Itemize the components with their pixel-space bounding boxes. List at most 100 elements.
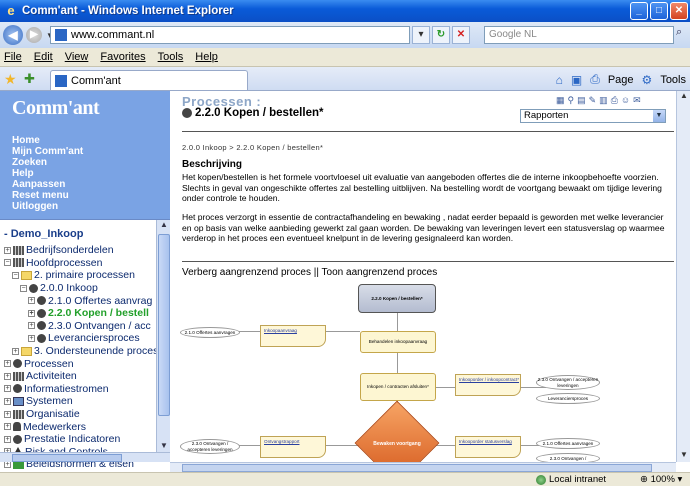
- page-menu[interactable]: Page: [608, 74, 634, 86]
- diagram-document[interactable]: Inkooporder statusverslag: [455, 436, 521, 458]
- address-bar[interactable]: www.commant.nl: [50, 26, 410, 44]
- address-dropdown-icon[interactable]: ▾: [412, 26, 430, 44]
- print-icon[interactable]: ⎙: [590, 72, 600, 87]
- diagram-input-process[interactable]: 2.3.0 Ontvangen / accepteren leveringen: [180, 439, 240, 454]
- tree-item[interactable]: + Medewerkers: [4, 420, 166, 433]
- scroll-down-icon[interactable]: ▼: [678, 450, 690, 462]
- diagram-output-process[interactable]: 2.1.0 Offertes aanvragen: [536, 438, 600, 449]
- diagram-decision-shape[interactable]: [354, 400, 440, 462]
- refresh-button[interactable]: ↻: [432, 26, 450, 44]
- back-button[interactable]: ◀: [3, 25, 23, 45]
- menu-tools[interactable]: Tools: [158, 51, 184, 63]
- user-icon[interactable]: ☺: [621, 95, 630, 106]
- nav-uitloggen[interactable]: Uitloggen: [12, 201, 158, 212]
- diagram-output-process[interactable]: 2.3.0 Ontvangen /: [536, 453, 600, 462]
- collapse-icon[interactable]: −: [12, 271, 19, 279]
- collapse-icon[interactable]: −: [20, 284, 27, 292]
- tree-item-selected[interactable]: +2.2.0 Kopen / bestell: [4, 307, 166, 320]
- expand-icon[interactable]: +: [4, 423, 11, 431]
- tree-scroll-thumb[interactable]: [158, 234, 170, 416]
- expand-icon[interactable]: +: [28, 297, 35, 305]
- print-icon[interactable]: ⎙: [611, 95, 618, 106]
- maximize-button[interactable]: □: [650, 2, 668, 20]
- search-icon[interactable]: ⌕: [676, 26, 690, 44]
- adjacent-process-toggle[interactable]: Verberg aangrenzend proces || Toon aangr…: [182, 267, 437, 278]
- tree-item[interactable]: + Processen: [4, 357, 166, 370]
- tree-hscroll-thumb[interactable]: [12, 454, 122, 462]
- menu-file[interactable]: File: [4, 51, 22, 63]
- tree-item[interactable]: + Organisatie: [4, 408, 166, 421]
- page-hscroll-thumb[interactable]: [182, 464, 652, 472]
- collapse-icon[interactable]: −: [4, 259, 11, 267]
- menu-favorites[interactable]: Favorites: [100, 51, 145, 63]
- diagram-activity[interactable]: Inkopen / contracten afsluiten*: [360, 373, 436, 401]
- diagram-document[interactable]: Ontvangstrapport: [260, 436, 326, 458]
- nav-home[interactable]: Home: [12, 135, 158, 146]
- search-input[interactable]: Google NL: [484, 26, 674, 44]
- tree-item[interactable]: − 2.0.0 Inkoop: [4, 282, 166, 295]
- edit-icon[interactable]: ✎: [589, 95, 597, 106]
- nav-zoeken[interactable]: Zoeken: [12, 157, 158, 168]
- nav-reset-menu[interactable]: Reset menu: [12, 190, 158, 201]
- tree-item[interactable]: +2.3.0 Ontvangen / acc: [4, 320, 166, 333]
- tree-item[interactable]: + Informatiestromen: [4, 383, 166, 396]
- mail-icon[interactable]: ✉: [633, 95, 641, 106]
- tree-root[interactable]: - Demo_Inkoop: [4, 228, 166, 240]
- expand-icon[interactable]: +: [28, 334, 35, 342]
- page-vertical-scrollbar[interactable]: ▲ ▼: [676, 91, 690, 462]
- zoom-level[interactable]: ⊕ 100% ▾: [640, 474, 682, 485]
- forward-button[interactable]: ▶: [26, 27, 42, 43]
- diagram-output-process[interactable]: 2.3.0 Ontvangen / accepteren leveringen: [536, 375, 600, 390]
- expand-icon[interactable]: +: [28, 309, 35, 317]
- menu-help[interactable]: Help: [195, 51, 218, 63]
- minimize-button[interactable]: _: [630, 2, 648, 20]
- expand-icon[interactable]: +: [4, 397, 11, 405]
- structure-icon[interactable]: ▦: [556, 95, 565, 106]
- expand-icon[interactable]: +: [12, 347, 19, 355]
- tree-item[interactable]: − Hoofdprocessen: [4, 257, 166, 270]
- stop-button[interactable]: ✕: [452, 26, 470, 44]
- expand-icon[interactable]: +: [4, 435, 11, 443]
- tree-item[interactable]: +2.1.0 Offertes aanvrag: [4, 294, 166, 307]
- tree-item[interactable]: − 2. primaire processen: [4, 269, 166, 282]
- expand-icon[interactable]: +: [4, 385, 11, 393]
- nav-mijn-commant[interactable]: Mijn Comm'ant: [12, 146, 158, 157]
- tree-item[interactable]: + Bedrijfsonderdelen: [4, 244, 166, 257]
- home-icon[interactable]: ⌂: [556, 73, 563, 87]
- commant-logo[interactable]: Comm'ant: [0, 91, 170, 127]
- diagram-document[interactable]: Inkoopaanvraag: [260, 325, 326, 347]
- expand-icon[interactable]: +: [4, 246, 11, 254]
- scroll-up-icon[interactable]: ▲: [158, 220, 170, 232]
- tree-item[interactable]: + Systemen: [4, 395, 166, 408]
- expand-icon[interactable]: +: [4, 372, 11, 380]
- folder-open-icon[interactable]: ▥: [599, 95, 608, 106]
- tree-item[interactable]: +3. Ondersteunende proces: [4, 345, 166, 358]
- favorites-star-icon[interactable]: ★: [4, 71, 17, 88]
- expand-icon[interactable]: +: [28, 322, 35, 330]
- breadcrumb[interactable]: 2.0.0 Inkoop > 2.2.0 Kopen / bestellen*: [182, 143, 323, 152]
- diagram-input-process[interactable]: 2.1.0 Offertes aanvragen: [180, 327, 240, 338]
- tools-menu[interactable]: Tools: [660, 74, 686, 86]
- diagram-output-process[interactable]: Leveranciersproces: [536, 393, 600, 404]
- nav-help[interactable]: Help: [12, 168, 158, 179]
- tab-commant[interactable]: Comm'ant: [50, 70, 248, 90]
- diagram-current-process[interactable]: 2.2.0 Kopen / bestellen*: [358, 284, 436, 313]
- expand-icon[interactable]: +: [4, 360, 11, 368]
- tree-item[interactable]: + Activiteiten: [4, 370, 166, 383]
- diagram-document[interactable]: Inkooporder / inkoopcontract*: [455, 374, 521, 396]
- expand-icon[interactable]: +: [4, 410, 11, 418]
- page-horizontal-scrollbar[interactable]: [170, 462, 676, 472]
- document-icon[interactable]: ▤: [577, 95, 586, 106]
- tree-horizontal-scrollbar[interactable]: [0, 452, 170, 462]
- link-icon[interactable]: ⚲: [568, 95, 575, 106]
- feeds-icon[interactable]: ▣: [571, 73, 582, 87]
- tree-item[interactable]: + Prestatie Indicatoren: [4, 433, 166, 446]
- diagram-activity[interactable]: Behandelen inkoopaanvraag: [360, 331, 436, 353]
- tree-item[interactable]: + Leveranciersproces: [4, 332, 166, 345]
- tree-vertical-scrollbar[interactable]: ▲ ▼: [156, 220, 170, 453]
- close-button[interactable]: ✕: [670, 2, 688, 20]
- menu-view[interactable]: View: [65, 51, 89, 63]
- menu-edit[interactable]: Edit: [34, 51, 53, 63]
- nav-aanpassen[interactable]: Aanpassen: [12, 179, 158, 190]
- scroll-up-icon[interactable]: ▲: [678, 91, 690, 103]
